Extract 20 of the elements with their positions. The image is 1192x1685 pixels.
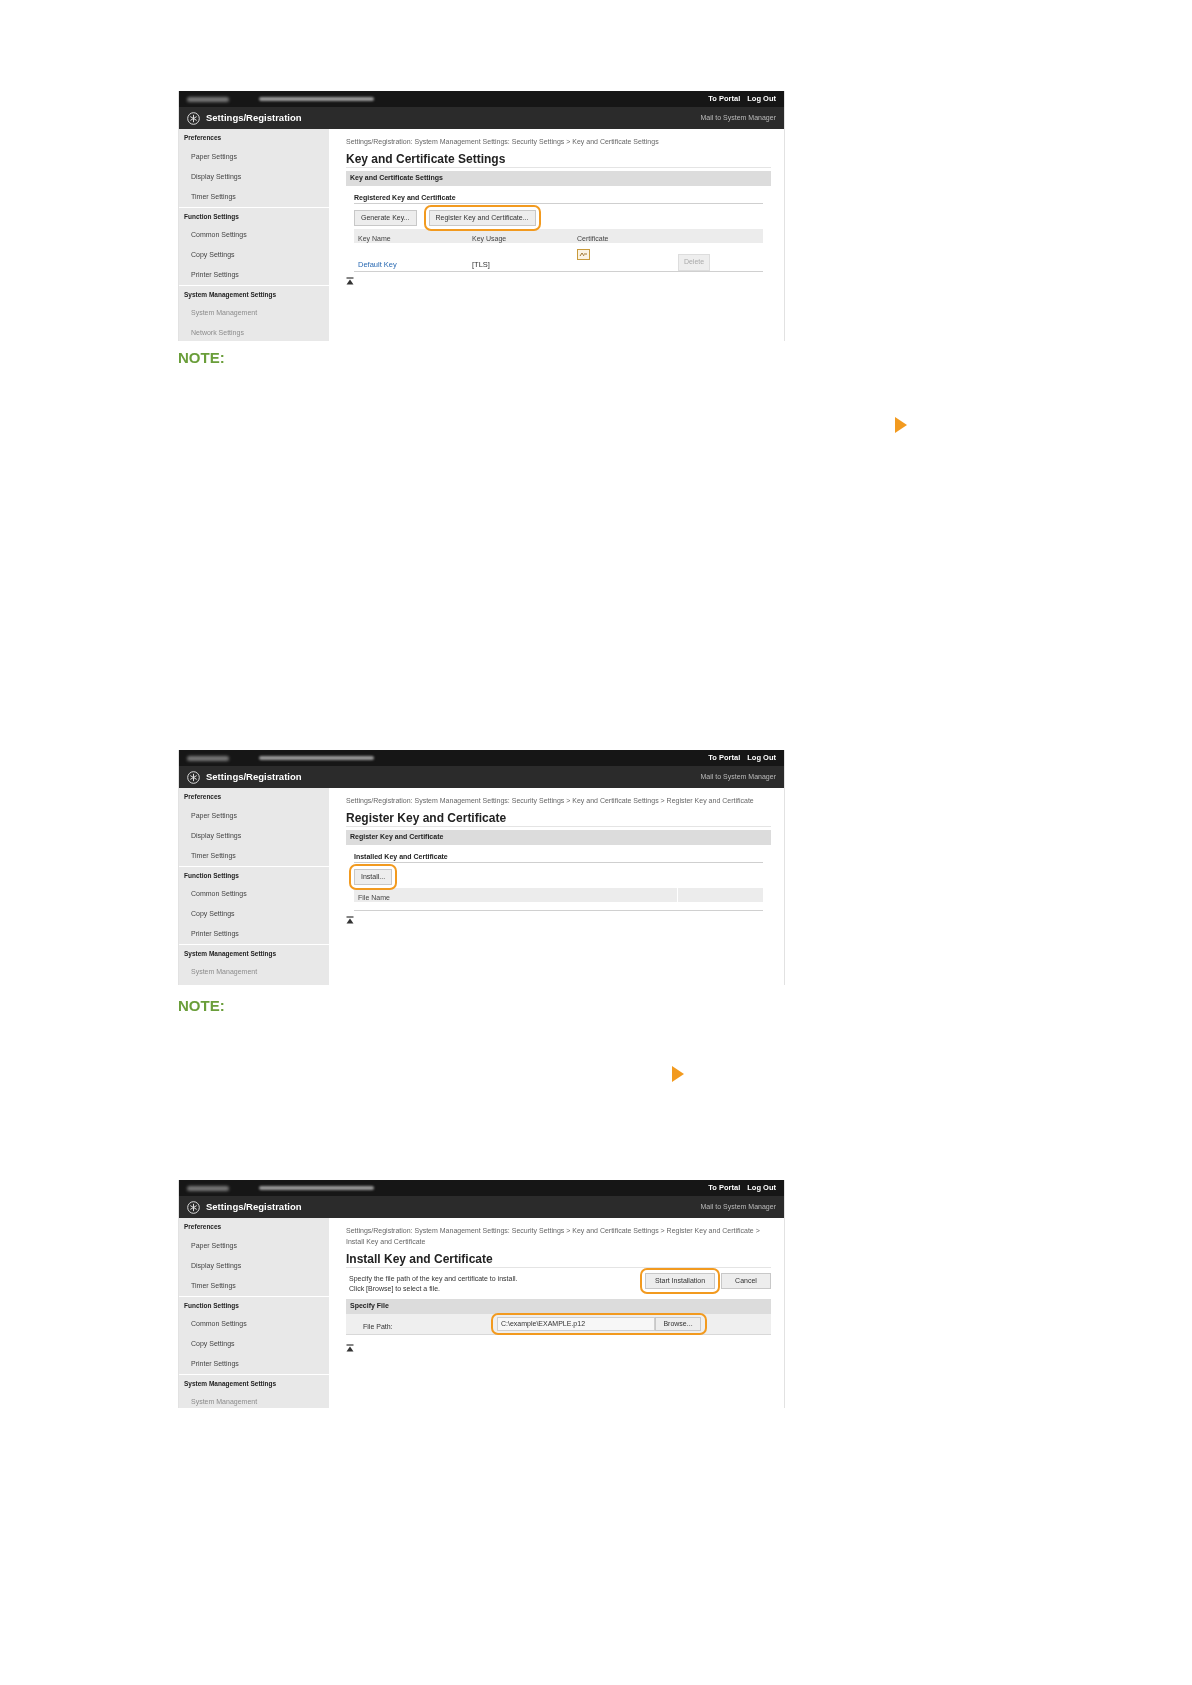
app-title: Settings/Registration (206, 110, 302, 125)
scroll-to-top-icon (346, 916, 354, 924)
triangle-icon (672, 1066, 684, 1082)
page-title: Install Key and Certificate (346, 1251, 771, 1268)
triangle-icon (895, 417, 907, 433)
certificate-icon (577, 249, 590, 260)
scroll-to-top-icon (346, 1344, 354, 1352)
blurred-text (187, 755, 229, 761)
app-title: Settings/Registration (206, 769, 302, 784)
asterisk-circle-icon (187, 770, 200, 784)
asterisk-circle-icon (187, 1200, 200, 1214)
note-label: NOTE: (178, 997, 226, 1014)
page-title: Key and Certificate Settings (346, 151, 771, 168)
page-title: Register Key and Certificate (346, 810, 771, 827)
app-title: Settings/Registration (206, 1199, 302, 1214)
blurred-text (187, 1185, 229, 1191)
asterisk-circle-icon (187, 111, 200, 125)
note-label: NOTE: (178, 349, 226, 366)
blurred-text (187, 96, 229, 102)
scroll-to-top-icon (346, 277, 354, 285)
